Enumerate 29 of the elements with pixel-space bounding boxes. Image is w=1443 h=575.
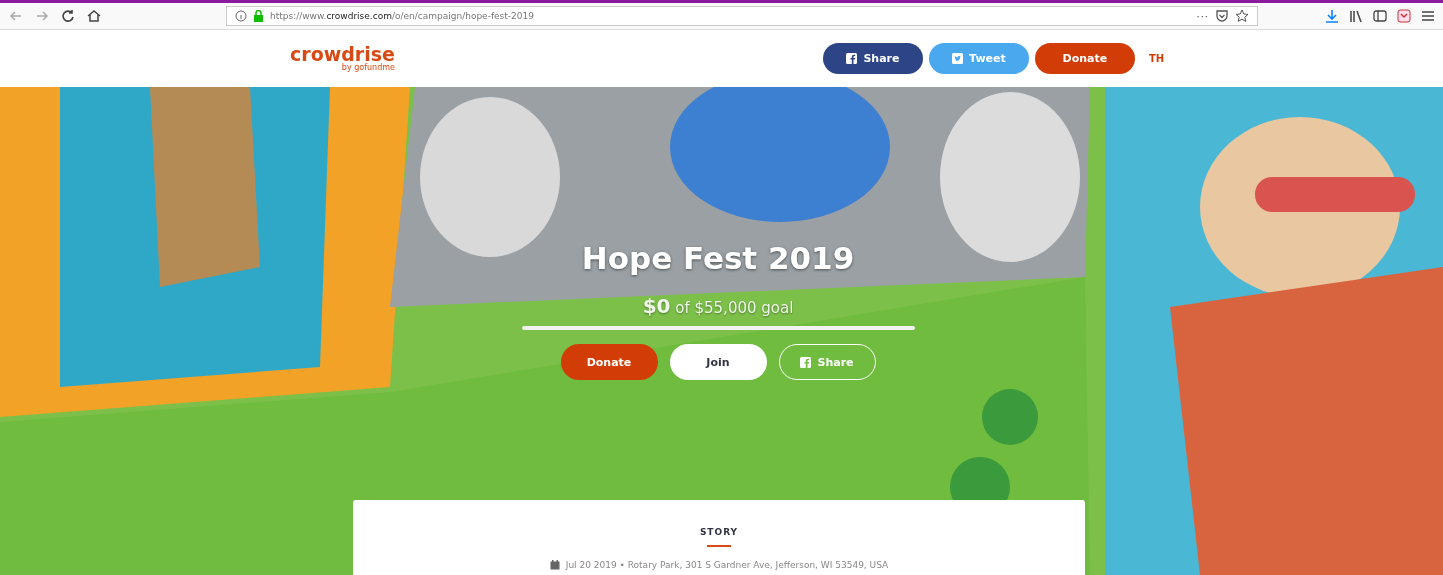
page-actions-button[interactable]: ··· [1196, 10, 1209, 22]
calendar-icon [549, 560, 560, 570]
share-button[interactable]: Share [822, 43, 923, 74]
goal-text: $0 of $55,000 goal [642, 294, 794, 318]
sidebar-icon[interactable] [1373, 9, 1387, 23]
reload-icon[interactable] [60, 8, 76, 24]
download-icon[interactable] [1325, 9, 1339, 23]
story-heading: STORY [699, 527, 739, 537]
lock-icon [253, 10, 264, 22]
user-initials[interactable]: TH [1148, 53, 1165, 64]
facebook-icon [846, 53, 858, 64]
logo[interactable]: crowdrise [290, 45, 395, 64]
donate-button[interactable]: Donate [1034, 43, 1135, 74]
url-text: https://www.crowdrise.com/o/en/campaign/hope-fest-2019 [270, 11, 534, 21]
home-icon[interactable] [86, 8, 102, 24]
donate-button[interactable]: Donate [560, 344, 658, 380]
facebook-icon [800, 356, 812, 368]
pocket-icon[interactable] [1397, 9, 1411, 23]
pocket-icon[interactable] [1215, 9, 1229, 23]
event-details: Jul 20 2019 • Rotary Park, 301 S Gardner Ave, Jefferson, WI 53549, USA [565, 560, 889, 570]
share-button[interactable]: Tweet [928, 43, 1029, 74]
join-button[interactable]: Join [669, 344, 767, 380]
campaign-title: Hope Fest 2019 [581, 240, 855, 276]
menu-icon[interactable] [1421, 9, 1435, 23]
info-icon[interactable] [235, 10, 247, 22]
address-bar[interactable]: https://www.crowdrise.com/o/en/campaign/hope-fest-2019 ··· [226, 6, 1258, 26]
logo-tagline: by gofundme [341, 64, 395, 72]
library-icon[interactable] [1349, 9, 1363, 23]
star-icon[interactable] [1235, 9, 1249, 23]
